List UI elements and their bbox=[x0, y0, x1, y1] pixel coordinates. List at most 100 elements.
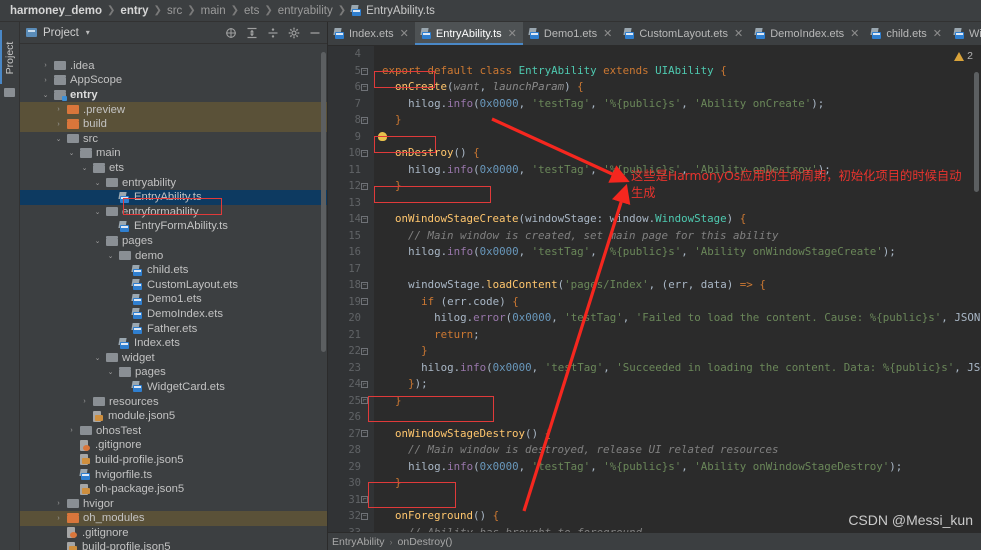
tree-item-pages[interactable]: ⌄ pages bbox=[20, 234, 327, 249]
tree-item-build[interactable]: › build bbox=[20, 116, 327, 132]
warning-indicator[interactable]: 2 bbox=[954, 50, 973, 62]
editor-tab-demoindex-ets[interactable]: DemoIndex.ets ✕ bbox=[749, 22, 865, 45]
breadcrumb-item-file[interactable]: EntryAbility.ts bbox=[350, 5, 435, 17]
breadcrumb-item-entryability[interactable]: entryability bbox=[278, 5, 333, 17]
tree-item-entryability-ts[interactable]: EntryAbility.ts bbox=[20, 189, 327, 205]
structure-icon[interactable] bbox=[4, 88, 15, 97]
fold-marker[interactable]: ⌐ bbox=[361, 496, 368, 503]
disclosure-arrow[interactable]: ⌄ bbox=[106, 368, 115, 376]
disclosure-arrow[interactable]: › bbox=[54, 106, 63, 113]
disclosure-arrow[interactable]: › bbox=[41, 77, 50, 84]
fold-marker[interactable]: ⌐ bbox=[361, 381, 368, 388]
tree-item-entry[interactable]: ⌄ entry bbox=[20, 88, 327, 103]
fold-marker[interactable]: ⌐ bbox=[361, 348, 368, 355]
tree-item-main[interactable]: ⌄ main bbox=[20, 146, 327, 161]
tree-item-module-json5[interactable]: module.json5 bbox=[20, 409, 327, 424]
disclosure-arrow[interactable]: ⌄ bbox=[93, 179, 102, 187]
fold-marker[interactable]: − bbox=[361, 282, 368, 289]
tree-item-pages[interactable]: ⌄ pages bbox=[20, 365, 327, 380]
editor-tab-demo1-ets[interactable]: Demo1.ets ✕ bbox=[523, 22, 618, 45]
breadcrumb-item-project[interactable]: harmoney_demo bbox=[10, 5, 102, 17]
disclosure-arrow[interactable]: › bbox=[54, 500, 63, 507]
close-icon[interactable]: ✕ bbox=[508, 27, 517, 40]
tree-item-build-profile-json5[interactable]: build-profile.json5 bbox=[20, 453, 327, 468]
fold-marker[interactable]: − bbox=[361, 84, 368, 91]
tree-item-build-profile-json5[interactable]: build-profile.json5 bbox=[20, 540, 327, 550]
fold-marker[interactable]: ⌐ bbox=[361, 183, 368, 190]
tree-item-oh-package-json5[interactable]: oh-package.json5 bbox=[20, 482, 327, 497]
tree-item-hvigorfile-ts[interactable]: hvigorfile.ts bbox=[20, 467, 327, 482]
fold-gutter[interactable]: − − ⌐ − ⌐ − − − ⌐ ⌐ ⌐ − ⌐ − bbox=[361, 46, 374, 532]
breadcrumb-item-ets[interactable]: ets bbox=[244, 5, 259, 17]
tool-tab-project[interactable]: Project bbox=[4, 34, 16, 82]
editor-tab-entryability-ts[interactable]: EntryAbility.ts ✕ bbox=[414, 22, 523, 45]
disclosure-arrow[interactable]: ⌄ bbox=[80, 164, 89, 172]
tree-item-demo[interactable]: ⌄ demo bbox=[20, 248, 327, 263]
editor-breadcrumb-class[interactable]: EntryAbility bbox=[332, 536, 385, 548]
disclosure-arrow[interactable]: › bbox=[80, 398, 89, 405]
disclosure-arrow[interactable]: ⌄ bbox=[41, 91, 50, 99]
disclosure-arrow[interactable]: ⌄ bbox=[106, 252, 115, 260]
tree-item-entryformability-ts[interactable]: EntryFormAbility.ts bbox=[20, 219, 327, 234]
minimize-icon[interactable] bbox=[309, 27, 321, 39]
tree-item-child-ets[interactable]: child.ets bbox=[20, 263, 327, 278]
editor-breadcrumb-member[interactable]: onDestroy() bbox=[398, 536, 453, 548]
disclosure-arrow[interactable]: › bbox=[54, 121, 63, 128]
breadcrumb-item-src[interactable]: src bbox=[167, 5, 182, 17]
tree-item-entryformability[interactable]: ⌄ entryformability bbox=[20, 205, 327, 220]
fold-marker[interactable]: − bbox=[361, 68, 368, 75]
tree-item-customlayout-ets[interactable]: CustomLayout.ets bbox=[20, 278, 327, 293]
tree-item-widgetcard-ets[interactable]: WidgetCard.ets bbox=[20, 380, 327, 395]
tree-item--gitignore[interactable]: .gitignore bbox=[20, 438, 327, 453]
tree-item-entryability[interactable]: ⌄ entryability bbox=[20, 175, 327, 190]
tree-item-hvigor[interactable]: › hvigor bbox=[20, 496, 327, 511]
tree-item-father-ets[interactable]: Father.ets bbox=[20, 321, 327, 336]
close-icon[interactable]: ✕ bbox=[603, 27, 612, 40]
collapse-all-icon[interactable] bbox=[246, 27, 258, 39]
close-icon[interactable]: ✕ bbox=[734, 27, 743, 40]
fold-marker[interactable]: − bbox=[361, 430, 368, 437]
tree-item--gitignore[interactable]: .gitignore bbox=[20, 526, 327, 541]
fold-marker[interactable]: − bbox=[361, 150, 368, 157]
disclosure-arrow[interactable]: ⌄ bbox=[93, 208, 102, 216]
fold-marker[interactable]: − bbox=[361, 513, 368, 520]
fold-marker[interactable]: − bbox=[361, 298, 368, 305]
tree-item--idea[interactable]: › .idea bbox=[20, 59, 327, 74]
fold-marker[interactable]: − bbox=[361, 216, 368, 223]
tree-item-demo1-ets[interactable]: Demo1.ets bbox=[20, 292, 327, 307]
tree-item-appscope[interactable]: › AppScope bbox=[20, 73, 327, 88]
breadcrumb-item-entry[interactable]: entry bbox=[120, 5, 148, 17]
disclosure-arrow[interactable]: ⌄ bbox=[93, 237, 102, 245]
editor-scrollbar[interactable] bbox=[974, 72, 979, 192]
project-tree[interactable]: › .idea › AppScope ⌄ entry › .preview › build ⌄ src… bbox=[20, 44, 327, 550]
close-icon[interactable]: ✕ bbox=[933, 27, 942, 40]
tree-item-src[interactable]: ⌄ src bbox=[20, 132, 327, 147]
project-scrollbar[interactable] bbox=[321, 52, 326, 352]
disclosure-arrow[interactable]: › bbox=[41, 62, 50, 69]
code-editor[interactable]: 4 5 6 7 8 9 10 11 12 13 14 15 16 17 18 19 20 21 22 23 24 25 26… bbox=[328, 46, 981, 532]
tree-item--preview[interactable]: › .preview bbox=[20, 102, 327, 117]
tree-item[interactable] bbox=[20, 44, 327, 59]
tree-item-oh-modules[interactable]: › oh_modules bbox=[20, 511, 327, 526]
fold-marker[interactable]: ⌐ bbox=[361, 397, 368, 404]
disclosure-arrow[interactable]: › bbox=[54, 515, 63, 522]
tree-item-demoindex-ets[interactable]: DemoIndex.ets bbox=[20, 307, 327, 322]
close-icon[interactable]: ✕ bbox=[850, 27, 859, 40]
disclosure-arrow[interactable]: ⌄ bbox=[67, 149, 76, 157]
tree-item-ohostest[interactable]: › ohosTest bbox=[20, 423, 327, 438]
editor-tab-child-ets[interactable]: child.ets ✕ bbox=[865, 22, 948, 45]
disclosure-arrow[interactable]: › bbox=[67, 427, 76, 434]
editor-tab-index-ets[interactable]: Index.ets ✕ bbox=[328, 22, 415, 45]
project-panel-title[interactable]: Project bbox=[43, 27, 79, 39]
breadcrumb-item-main[interactable]: main bbox=[201, 5, 226, 17]
editor-tab-widgetcard-ets[interactable]: WidgetCard.ets✕ bbox=[948, 22, 981, 45]
tree-item-resources[interactable]: › resources bbox=[20, 394, 327, 409]
close-icon[interactable]: ✕ bbox=[400, 27, 409, 40]
target-icon[interactable] bbox=[225, 27, 237, 39]
tree-item-widget[interactable]: ⌄ widget bbox=[20, 350, 327, 365]
split-icon[interactable] bbox=[267, 27, 279, 39]
disclosure-arrow[interactable]: ⌄ bbox=[93, 354, 102, 362]
fold-marker[interactable]: ⌐ bbox=[361, 117, 368, 124]
editor-tab-customlayout-ets[interactable]: CustomLayout.ets ✕ bbox=[618, 22, 749, 45]
chevron-down-icon[interactable]: ▾ bbox=[86, 28, 90, 37]
